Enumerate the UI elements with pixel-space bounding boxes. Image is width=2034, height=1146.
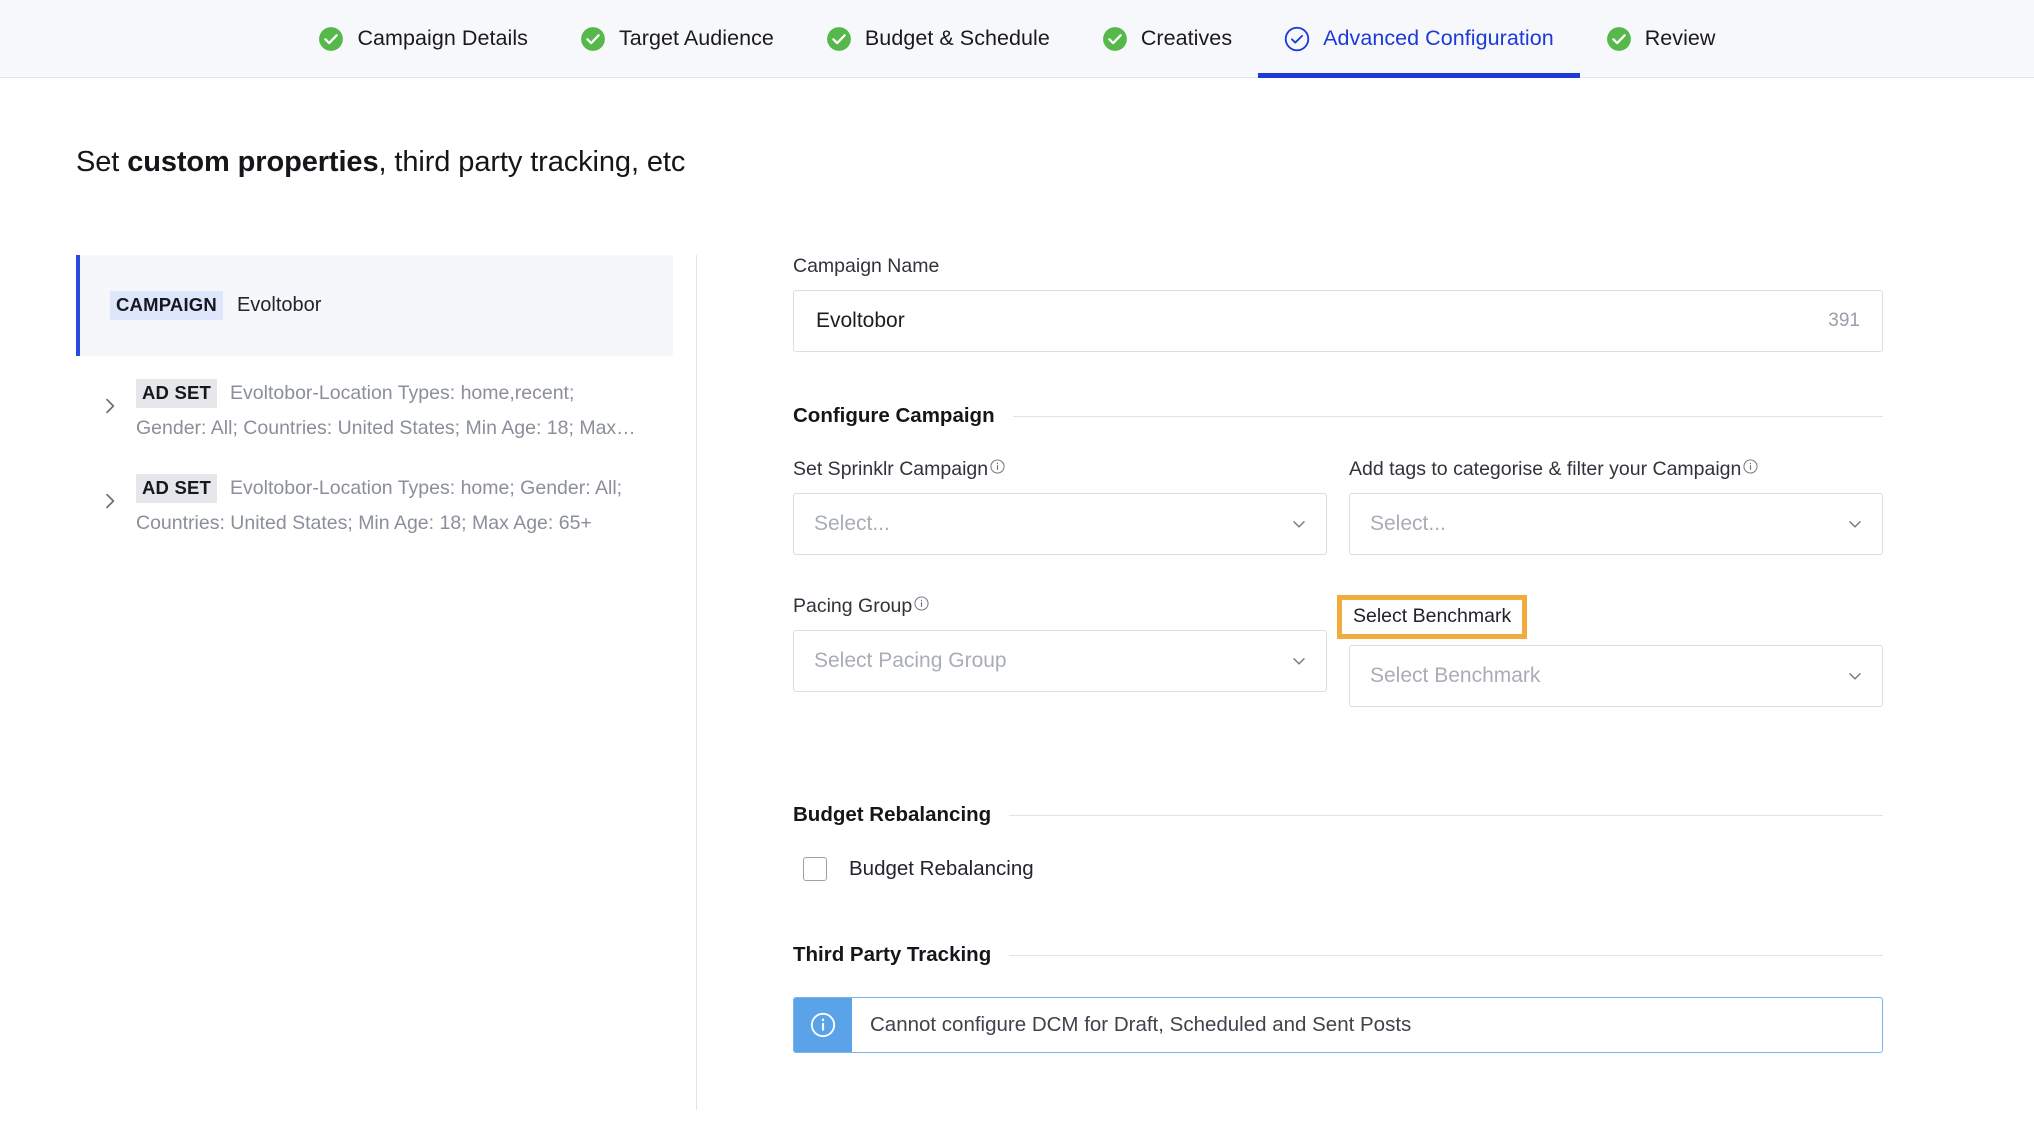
tab-review[interactable]: Review [1580,0,1742,78]
check-circle-outline-icon [1284,26,1310,51]
adset-description-line-2: Gender: All; Countries: United States; M… [136,417,636,439]
chevron-down-icon[interactable] [1290,652,1308,670]
campaign-tags-placeholder: Select... [1370,512,1446,535]
adset-description-line-1: Evoltobor-Location Types: home; Gender: … [230,477,623,499]
section-rule [1009,814,1883,816]
check-circle-filled-icon [1102,26,1127,51]
adset-body: AD SET Evoltobor-Location Types: home,re… [136,374,636,443]
chevron-right-icon[interactable] [100,491,120,511]
budget-rebalancing-section: Budget Rebalancing Budget Rebalancing [793,803,1883,881]
configure-row-2: Pacing Group Select Pacing Group Select … [793,595,1883,707]
section-rule [1012,415,1883,417]
page-title-prefix: Set [76,146,128,178]
campaign-name-label: Campaign Name [793,255,940,277]
campaign-tags-label-wrap: Add tags to categorise & filter your Cam… [1349,458,1883,481]
info-circle-icon[interactable] [990,459,1005,474]
adset-line-1: AD SET Evoltobor-Location Types: home,re… [136,378,636,408]
tab-target-audience[interactable]: Target Audience [554,0,800,78]
chevron-down-icon[interactable] [1846,515,1864,533]
configure-campaign-heading: Configure Campaign [793,404,1883,428]
section-title: Budget Rebalancing [793,803,992,826]
configure-campaign-section: Configure Campaign Set Sprinklr Campaign [793,404,1883,707]
info-circle-icon[interactable] [914,596,929,611]
third-party-tracking-heading: Third Party Tracking [793,943,1883,967]
budget-rebalancing-checkbox-row[interactable]: Budget Rebalancing [793,857,1883,881]
benchmark-label-highlight: Select Benchmark [1337,595,1528,639]
dcm-info-banner: Cannot configure DCM for Draft, Schedule… [793,997,1883,1053]
adset-description-line-1: Evoltobor-Location Types: home,recent; [230,382,575,404]
tab-campaign-details[interactable]: Campaign Details [292,0,554,78]
tab-label: Budget & Schedule [864,26,1050,50]
tab-creatives[interactable]: Creatives [1076,0,1258,78]
third-party-tracking-section: Third Party Tracking Cannot configure DC… [793,943,1883,1053]
chevron-down-icon[interactable] [1290,515,1308,533]
benchmark-label: Select Benchmark [1353,605,1512,627]
budget-rebalancing-checkbox-label: Budget Rebalancing [849,857,1034,880]
campaign-tags-group: Add tags to categorise & filter your Cam… [1349,458,1883,555]
sprinklr-campaign-select[interactable]: Select... [793,493,1327,555]
pacing-group-label-wrap: Pacing Group [793,595,1327,618]
banner-icon-block [794,998,852,1052]
tab-advanced-configuration[interactable]: Advanced Configuration [1258,0,1580,78]
campaign-name-input[interactable]: Evoltobor 391 [793,290,1883,352]
sprinklr-campaign-group: Set Sprinklr Campaign Select... [793,458,1327,555]
tree-item-adset-1[interactable]: AD SET Evoltobor-Location Types: home,re… [76,374,673,443]
campaign-type-chip: CAMPAIGN [110,291,223,320]
campaign-tags-label: Add tags to categorise & filter your Cam… [1349,458,1742,480]
budget-rebalancing-heading: Budget Rebalancing [793,803,1883,827]
sprinklr-campaign-label-wrap: Set Sprinklr Campaign [793,458,1327,481]
tab-label: Creatives [1140,26,1233,50]
section-title: Third Party Tracking [793,943,992,966]
check-circle-filled-icon [581,26,605,51]
configure-row-1: Set Sprinklr Campaign Select... Add tags… [793,458,1883,555]
page-title-suffix: , third party tracking, etc [378,146,686,178]
tab-label: Target Audience [618,26,774,50]
adset-type-chip: AD SET [136,378,218,408]
tree-item-campaign[interactable]: CAMPAIGN Evoltobor [76,255,673,356]
adset-line-1: AD SET Evoltobor-Location Types: home; G… [136,473,622,503]
chevron-right-icon[interactable] [100,396,120,416]
vertical-divider [696,255,697,1110]
pacing-group-placeholder: Select Pacing Group [814,649,1007,672]
check-circle-filled-icon [827,26,851,51]
benchmark-label-wrap: Select Benchmark [1337,595,1883,639]
tab-label: Advanced Configuration [1323,26,1554,50]
benchmark-placeholder: Select Benchmark [1370,664,1541,687]
budget-rebalancing-checkbox[interactable] [803,857,827,881]
adset-description-line-2: Countries: United States; Min Age: 18; M… [136,512,592,534]
content-area: CAMPAIGN Evoltobor AD SET Evoltobor-Loca… [0,255,2034,1110]
pacing-group-select[interactable]: Select Pacing Group [793,630,1327,692]
tab-budget-schedule[interactable]: Budget & Schedule [800,0,1076,78]
chevron-down-icon[interactable] [1846,667,1864,685]
check-circle-filled-icon [319,26,344,51]
page-title-emphasis: custom properties [127,146,379,178]
benchmark-group: Select Benchmark Select Benchmark [1337,595,1883,707]
tree-item-adset-2[interactable]: AD SET Evoltobor-Location Types: home; G… [76,469,673,538]
advanced-configuration-form: Campaign Name Evoltobor 391 Configure Ca… [793,255,1883,1053]
tab-label: Review [1644,26,1716,50]
tab-label: Campaign Details [357,26,528,50]
pacing-group-group: Pacing Group Select Pacing Group [793,595,1327,707]
benchmark-select[interactable]: Select Benchmark [1349,645,1883,707]
info-circle-icon [810,1012,836,1038]
character-counter: 391 [1828,310,1860,331]
adset-type-chip: AD SET [136,473,218,503]
check-circle-filled-icon [1606,26,1631,51]
sprinklr-campaign-placeholder: Select... [814,512,890,535]
page-title: Set custom properties, third party track… [76,146,685,179]
section-title: Configure Campaign [793,404,995,427]
wizard-step-bar: Campaign Details Target Audience Budget … [0,0,2034,78]
campaign-tags-select[interactable]: Select... [1349,493,1883,555]
info-circle-icon[interactable] [1743,459,1758,474]
adset-body: AD SET Evoltobor-Location Types: home; G… [136,469,622,538]
campaign-name-value: Evoltobor [816,309,905,332]
pacing-group-label: Pacing Group [793,595,913,617]
campaign-structure-tree: CAMPAIGN Evoltobor AD SET Evoltobor-Loca… [76,255,673,538]
campaign-name-label: Evoltobor [236,294,322,316]
section-rule [1009,954,1883,956]
sprinklr-campaign-label: Set Sprinklr Campaign [793,458,989,480]
campaign-name-group: Campaign Name Evoltobor 391 [793,255,1883,352]
dcm-info-banner-text: Cannot configure DCM for Draft, Schedule… [870,1013,1412,1036]
